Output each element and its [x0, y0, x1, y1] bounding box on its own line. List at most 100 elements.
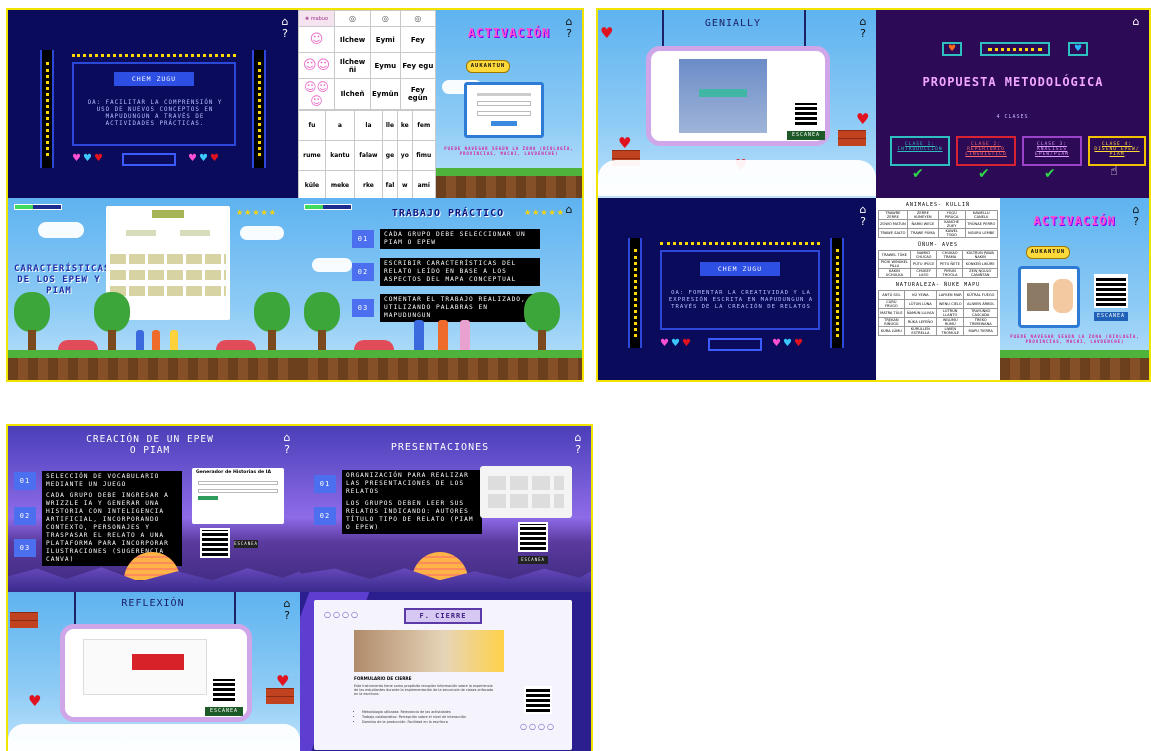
class-2-button[interactable]: CLASE 2: REPERTORIO LINGÜÍSTICO	[956, 136, 1016, 166]
genially-preview[interactable]	[679, 59, 767, 133]
section-title: ÜÑUM- AVES	[917, 242, 959, 248]
dotted-line	[72, 54, 236, 57]
pronoun-pic: ☺	[298, 26, 336, 53]
slide-chem-zugu-2[interactable]: ⌂? CHEM ZUGU OA: FOMENTAR LA CREATIVIDAD…	[598, 198, 876, 380]
slide-activacion-2[interactable]: ⌂? ACTIVACIÓN AUKANTUN ESCANEA PUEDE NAV…	[1000, 198, 1149, 380]
start-box[interactable]	[122, 153, 176, 166]
pronoun-cell: Fey egu	[399, 52, 436, 79]
vocab-cell: PÜTU IPÜCE	[909, 259, 938, 269]
slide-reflexion[interactable]: ⌂? REFLEXIÓN ESCANEA ♥ ♥	[8, 592, 300, 751]
slide-caracteristicas[interactable]: CARACTERÍSTICAS DE LOS EPEW Y PIAM ★★★★★	[8, 198, 298, 380]
qr-code[interactable]	[524, 686, 552, 714]
screen-wire-right	[234, 592, 236, 628]
scan-label[interactable]: ESCANEA	[205, 707, 243, 716]
slide-chem-zugu-1[interactable]: ⌂? CHEM ZUGU OA: FACILITAR LA COMPRENSIÓ…	[8, 10, 298, 198]
right-pillar	[252, 50, 266, 168]
platform-preview[interactable]	[480, 466, 572, 518]
progress-bar	[14, 204, 62, 210]
suffix-cell: rume	[298, 140, 326, 171]
home-icon[interactable]: ⌂	[1129, 16, 1143, 28]
class-3-button[interactable]: CLASE 3: ANÁLISIS EPEW/PIAM	[1022, 136, 1082, 166]
vocab-cell: TREKAN RIÑÜGÜ	[878, 317, 905, 327]
suffix-cell: lle	[381, 110, 399, 141]
blue-heart-box: ♥	[1068, 42, 1088, 56]
help-icon[interactable]: ?	[280, 444, 294, 456]
slide-group-2: ⌂? GENIALLY ESCANEA ♥ ♥ ♥ ♥ ⌂ ♥ ♥ PROPUE…	[596, 8, 1151, 382]
heart-icon: ♥	[28, 692, 42, 710]
suffix-table: fu a la lle ke fem rume kantu falaw ge y…	[298, 110, 436, 198]
suffix-cell: falaw	[354, 140, 383, 171]
vocab-cell: TRAWEL TÜKE	[878, 250, 911, 260]
slide-title: GENIALLY	[704, 18, 762, 29]
vocab-cell: LIWEN TROMÜLE	[936, 326, 965, 336]
slide-presentaciones[interactable]: ⌂? PRESENTACIONES 01ORGANIZACIÓN PARA RE…	[300, 426, 591, 592]
header-icon: ◎	[399, 10, 436, 27]
help-icon[interactable]: ?	[280, 610, 294, 622]
logo-cell: ❀ mabuo	[298, 10, 336, 27]
slide-cierre[interactable]: ○○○○ F. CIERRE FORMULARIO DE CIERRE Este…	[300, 592, 591, 751]
vocab-cell: KÜRÜLLEÑ ESTRELLA	[903, 326, 938, 336]
vocab-cell: KÜ YEWA	[903, 290, 938, 300]
slide-creacion[interactable]: ⌂? CREACIÓN DE UN EPEW O PIAM 01SELECCIÓ…	[8, 426, 300, 592]
vocab-cell: ÑAMÜN LLUVIA	[903, 308, 938, 318]
start-box[interactable]	[708, 338, 762, 351]
slide-title: ACTIVACIÓN	[1033, 214, 1116, 228]
slide-group-3: ⌂? CREACIÓN DE UN EPEW O PIAM 01SELECCIÓ…	[6, 424, 593, 751]
qr-code[interactable]	[793, 101, 819, 127]
screen-wire-right	[804, 10, 806, 50]
animals-table: TRAWRE ZERRE ZERRE KÜMEYEN YÜGÜ PIRÜCA KAWE…	[878, 210, 999, 238]
help-icon[interactable]: ?	[278, 28, 292, 40]
slide-title: PROPUESTA METODOLÓGICA	[922, 75, 1104, 89]
aukantun-button[interactable]: AUKANTUN	[1026, 246, 1070, 259]
step-item: 02ESCRIBIR CARACTERÍSTICAS DEL RELATO LE…	[352, 258, 552, 286]
pronoun-cell: Eymu	[370, 52, 401, 79]
class-1-button[interactable]: CLASE 1: INTRODUCCIÓN	[890, 136, 950, 166]
dotted-box	[980, 42, 1050, 56]
slide-title: F. CIERRE	[404, 608, 482, 624]
help-icon[interactable]: ?	[856, 216, 870, 228]
pronoun-table: ❀ mabuo ◎ ◎ ◎ ☺ Ilchew Eymi Fey ☺☺ Ilche…	[298, 10, 436, 110]
pronoun-cell: Fey egün	[399, 78, 436, 110]
slide-trabajo-practico[interactable]: ⌂ ★★★★★ TRABAJO PRÁCTICO 01CADA GRUPO DE…	[298, 198, 582, 380]
qr-code[interactable]	[1094, 274, 1128, 308]
suffix-cell: fem	[411, 110, 436, 141]
step-item: 01ORGANIZACIÓN PARA REALIZAR LAS PRESENT…	[314, 470, 494, 498]
dotted-line	[660, 242, 820, 245]
aukantun-button[interactable]: AUKANTUN	[466, 60, 510, 73]
qr-code[interactable]	[200, 528, 230, 558]
suffix-cell: ke	[397, 110, 413, 141]
table-row: KURA LÜMU KÜRÜLLEÑ ESTRELLA LIWEN TROMÜLE M…	[878, 326, 998, 336]
slide-propuesta[interactable]: ⌂ ♥ ♥ PROPUESTA METODOLÓGICA 4 CLASES CL…	[876, 10, 1149, 198]
right-pillar	[830, 238, 844, 348]
qr-code[interactable]	[518, 522, 548, 552]
rating-stars: ★★★★★	[236, 208, 277, 217]
vocab-cell: LÜTUN LÜNA	[903, 299, 938, 309]
scan-label[interactable]: ESCANEA	[787, 131, 825, 140]
scan-label[interactable]: ESCANEA	[234, 540, 258, 548]
slide-genially[interactable]: ⌂? GENIALLY ESCANEA ♥ ♥ ♥ ♥	[598, 10, 876, 198]
vocab-cell: ÑAMKO CHUCAO	[909, 250, 938, 260]
vocab-cell: KANCHE ZUEY	[937, 219, 966, 229]
scan-label[interactable]: ESCANEA	[1094, 312, 1128, 321]
rating-stars: ★★★★★	[524, 208, 565, 217]
qr-code[interactable]	[211, 677, 237, 703]
scan-label[interactable]: ESCANEA	[518, 556, 548, 564]
ai-app-preview[interactable]: Generador de Historias de IA	[192, 468, 284, 524]
zone-caption: PUEDE NAVEGAR SEGÚN LA ZONA (BIOLOGÍA, P…	[1010, 334, 1140, 344]
slide-title: CHEM ZUGU	[700, 262, 780, 276]
class-4-button[interactable]: CLASE 4: DISEÑO EPEW/ PIAM	[1088, 136, 1146, 166]
reflection-preview[interactable]	[83, 639, 207, 695]
embedded-image[interactable]	[1018, 266, 1080, 328]
table-row: TRAWE SALTO TRAWE PÜMA KAWEL TODO NGURU LEM…	[878, 228, 999, 238]
help-icon[interactable]: ?	[856, 28, 870, 40]
dots-icon: ○○○○	[520, 722, 556, 731]
vocab-cell: LÜTRUN LLANTO	[936, 308, 965, 318]
help-icon[interactable]: ?	[571, 444, 585, 456]
screen-wire-left	[662, 10, 664, 50]
form-image	[354, 630, 504, 672]
section-title: NATURALEZA- ÑUKE MAPU	[895, 282, 981, 288]
slide-activacion-1[interactable]: ⌂? ACTIVACIÓN AUKANTUN PUEDE NAVEGAR SEG…	[436, 10, 582, 198]
embedded-form[interactable]	[464, 82, 544, 138]
vocab-cell: MAPU TIERRA	[963, 326, 998, 336]
vocab-cell: ZEW NGULO CAÑIÑTAN	[962, 268, 998, 278]
